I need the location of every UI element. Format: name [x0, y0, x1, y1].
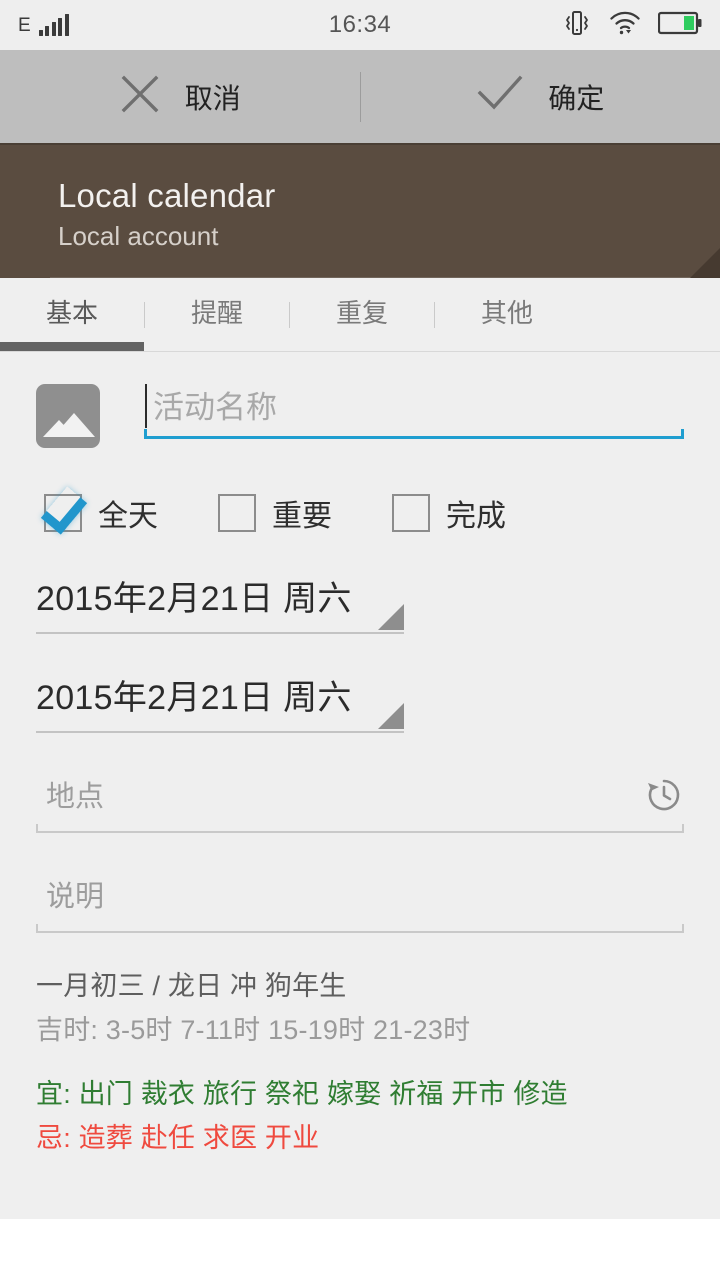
checkbox-important[interactable]: 重要 [218, 491, 332, 535]
dropdown-corner-icon [378, 703, 404, 729]
cancel-button-label: 取消 [184, 82, 241, 114]
start-date-value: 2015年2月21日 周六 [36, 580, 352, 618]
tab-reminder[interactable]: 提醒 [145, 278, 289, 351]
lunar-info-panel: 一月初三 / 龙日 冲 狗年生 吉时: 3-5时 7-11时 15-19时 21… [0, 933, 720, 1157]
event-title-underline [144, 429, 684, 439]
dropdown-corner-icon [378, 604, 404, 630]
text-caret [145, 384, 147, 428]
event-title-row: 活动名称 [0, 352, 720, 449]
location-underline [36, 824, 684, 833]
checkbox-completed[interactable]: 完成 [392, 491, 506, 535]
description-underline [36, 924, 684, 933]
checkbox-completed-box [392, 494, 430, 532]
history-icon[interactable] [644, 775, 684, 820]
checkbox-all-day-box [44, 494, 82, 532]
tab-basic[interactable]: 基本 [0, 278, 144, 351]
event-title-placeholder: 活动名称 [153, 390, 277, 425]
image-icon[interactable] [36, 383, 100, 448]
tab-other-label: 其他 [480, 298, 533, 328]
status-bar: E 16:34 [0, 0, 720, 50]
bottom-filler [0, 1218, 720, 1280]
tab-reminder-label: 提醒 [190, 298, 243, 328]
checkbox-important-box [218, 494, 256, 532]
cancel-button[interactable]: 取消 [0, 50, 360, 143]
tab-basic-label: 基本 [45, 298, 98, 328]
lunar-date-line: 一月初三 / 龙日 冲 狗年生 [36, 971, 347, 1001]
checkbox-all-day-label: 全天 [98, 500, 158, 533]
lunar-auspicious-hours: 吉时: 3-5时 7-11时 15-19时 21-23时 [36, 1015, 471, 1045]
close-icon [119, 73, 161, 120]
confirm-button[interactable]: 确定 [361, 50, 720, 143]
end-date-picker[interactable]: 2015年2月21日 周六 [36, 674, 404, 733]
calendar-name: Local calendar [58, 177, 276, 214]
lunar-good-line: 宜: 出门 裁衣 旅行 祭祀 嫁娶 祈福 开市 修造 [36, 1075, 720, 1113]
checkbox-all-day[interactable]: 全天 [44, 491, 158, 535]
tab-other[interactable]: 其他 [435, 278, 579, 351]
calendar-account-selector[interactable]: Local calendar Local account [0, 145, 720, 278]
event-flags-row: 全天 重要 完成 [0, 449, 720, 535]
lunar-good-label: 宜: [36, 1079, 71, 1109]
location-input[interactable]: 地点 [36, 773, 684, 833]
description-placeholder: 说明 [46, 881, 105, 913]
confirm-button-label: 确定 [548, 82, 605, 114]
lunar-bad-line: 忌: 造葬 赴任 求医 开业 [36, 1119, 720, 1157]
location-placeholder: 地点 [46, 781, 105, 813]
event-form: 活动名称 全天 重要 完成 2015年2月21日 周六 2015年2月21日 周… [0, 352, 720, 1219]
lunar-bad-items: 造葬 赴任 求医 开业 [78, 1123, 320, 1153]
checkbox-completed-label: 完成 [446, 500, 506, 533]
calendar-account-name: Local account [58, 221, 219, 252]
expand-corner-icon[interactable] [690, 248, 720, 278]
tab-repeat[interactable]: 重复 [290, 278, 434, 351]
status-bar-clock: 16:34 [328, 11, 392, 38]
checkbox-important-label: 重要 [272, 500, 332, 533]
event-title-input[interactable]: 活动名称 [144, 382, 684, 449]
start-date-picker[interactable]: 2015年2月21日 周六 [36, 575, 404, 634]
check-icon [476, 73, 524, 120]
lunar-good-items: 出门 裁衣 旅行 祭祀 嫁娶 祈福 开市 修造 [78, 1079, 568, 1109]
tab-bar: 基本 提醒 重复 其他 [0, 278, 720, 352]
description-input[interactable]: 说明 [36, 873, 684, 933]
tab-repeat-label: 重复 [335, 298, 388, 328]
lunar-bad-label: 忌: [36, 1123, 71, 1153]
end-date-value: 2015年2月21日 周六 [36, 679, 352, 717]
action-bar: 取消 确定 [0, 50, 720, 145]
event-editor-screen: E 16:34 取消 确定 Local calendar Local accou… [0, 0, 720, 1280]
